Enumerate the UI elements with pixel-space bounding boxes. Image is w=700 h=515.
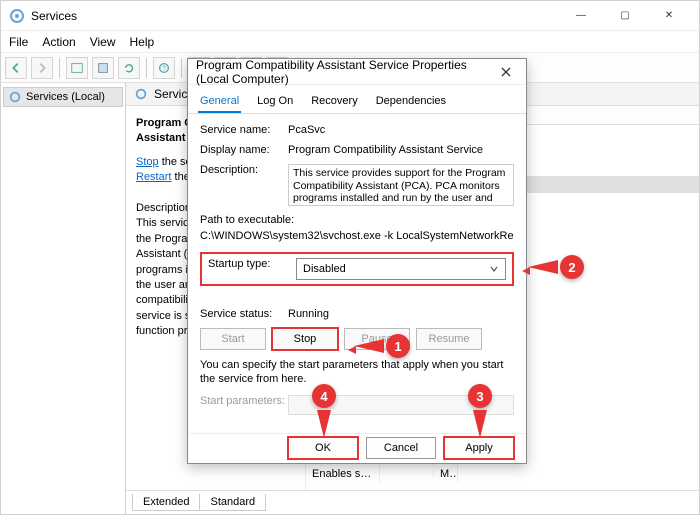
- start-params-hint: You can specify the start parameters tha…: [200, 358, 514, 387]
- label-service-name: Service name:: [200, 124, 288, 136]
- apply-button[interactable]: Apply: [444, 437, 514, 459]
- chevron-down-icon: [489, 264, 499, 274]
- tree-node-label: Services (Local): [26, 91, 105, 103]
- view-tabs: Extended Standard: [126, 490, 699, 514]
- refresh-button[interactable]: [118, 57, 140, 79]
- services-icon: [9, 8, 25, 24]
- start-button: Start: [200, 328, 266, 350]
- cancel-button[interactable]: Cancel: [366, 437, 436, 459]
- dialog-close-button[interactable]: [494, 61, 518, 83]
- value-service-name: PcaSvc: [288, 124, 514, 136]
- dialog-title: Program Compatibility Assistant Service …: [196, 58, 494, 86]
- close-button[interactable]: ✕: [647, 2, 691, 30]
- pause-service-button: Pause: [344, 328, 410, 350]
- tree-node-services-local[interactable]: Services (Local): [3, 87, 123, 107]
- titlebar: Services — ▢ ✕: [1, 1, 699, 31]
- tab-standard[interactable]: Standard: [199, 494, 266, 511]
- back-button[interactable]: [5, 57, 27, 79]
- window-title: Services: [31, 9, 559, 23]
- gear-icon: [134, 87, 148, 101]
- label-path: Path to executable:: [200, 214, 514, 226]
- label-description: Description:: [200, 164, 288, 176]
- cell-status: [380, 471, 434, 477]
- label-service-status: Service status:: [200, 308, 288, 320]
- tab-recovery[interactable]: Recovery: [309, 91, 359, 113]
- startup-type-row: Startup type: Disabled: [200, 252, 514, 286]
- restart-link[interactable]: Restart: [136, 171, 171, 183]
- value-display-name: Program Compatibility Assistant Service: [288, 144, 514, 156]
- forward-button[interactable]: [31, 57, 53, 79]
- maximize-button[interactable]: ▢: [603, 2, 647, 30]
- tab-logon[interactable]: Log On: [255, 91, 295, 113]
- value-path: C:\WINDOWS\system32\svchost.exe -k Local…: [200, 230, 514, 242]
- label-display-name: Display name:: [200, 144, 288, 156]
- menu-view[interactable]: View: [90, 35, 116, 49]
- menu-file[interactable]: File: [9, 35, 28, 49]
- tab-general[interactable]: General: [198, 91, 241, 113]
- help-button[interactable]: ?: [153, 57, 175, 79]
- stop-service-button[interactable]: Stop: [272, 328, 338, 350]
- menu-action[interactable]: Action: [42, 35, 75, 49]
- value-service-status: Running: [288, 308, 514, 320]
- ok-button[interactable]: OK: [288, 437, 358, 459]
- dialog-body: Service name: PcaSvc Display name: Progr…: [188, 114, 526, 433]
- table-row[interactable]: Enables star... Ma: [306, 465, 699, 482]
- label-start-params: Start parameters:: [200, 395, 288, 407]
- minimize-button[interactable]: —: [559, 2, 603, 30]
- export-button[interactable]: [92, 57, 114, 79]
- label-startup-type: Startup type:: [208, 258, 296, 270]
- tree-pane: Services (Local): [1, 83, 126, 514]
- dialog-titlebar: Program Compatibility Assistant Service …: [188, 59, 526, 85]
- cell-startup: Ma: [434, 465, 458, 483]
- dialog-tabs: General Log On Recovery Dependencies: [188, 85, 526, 114]
- startup-type-value: Disabled: [303, 263, 346, 275]
- gear-icon: [8, 90, 22, 104]
- status-buttons: Start Stop Pause Resume: [200, 328, 514, 350]
- start-params-input: [288, 395, 514, 415]
- description-box[interactable]: This service provides support for the Pr…: [288, 164, 514, 206]
- tab-dependencies[interactable]: Dependencies: [374, 91, 448, 113]
- dialog-footer: OK Cancel Apply: [188, 433, 526, 463]
- resume-service-button: Resume: [416, 328, 482, 350]
- stop-link[interactable]: Stop: [136, 156, 159, 168]
- tab-extended[interactable]: Extended: [132, 494, 200, 511]
- startup-type-select[interactable]: Disabled: [296, 258, 506, 280]
- cell-desc: Enables star...: [306, 465, 380, 483]
- menu-help[interactable]: Help: [130, 35, 155, 49]
- close-icon: [501, 67, 511, 77]
- svg-text:?: ?: [162, 65, 166, 72]
- properties-button[interactable]: [66, 57, 88, 79]
- menubar: File Action View Help: [1, 31, 699, 53]
- properties-dialog: Program Compatibility Assistant Service …: [187, 58, 527, 464]
